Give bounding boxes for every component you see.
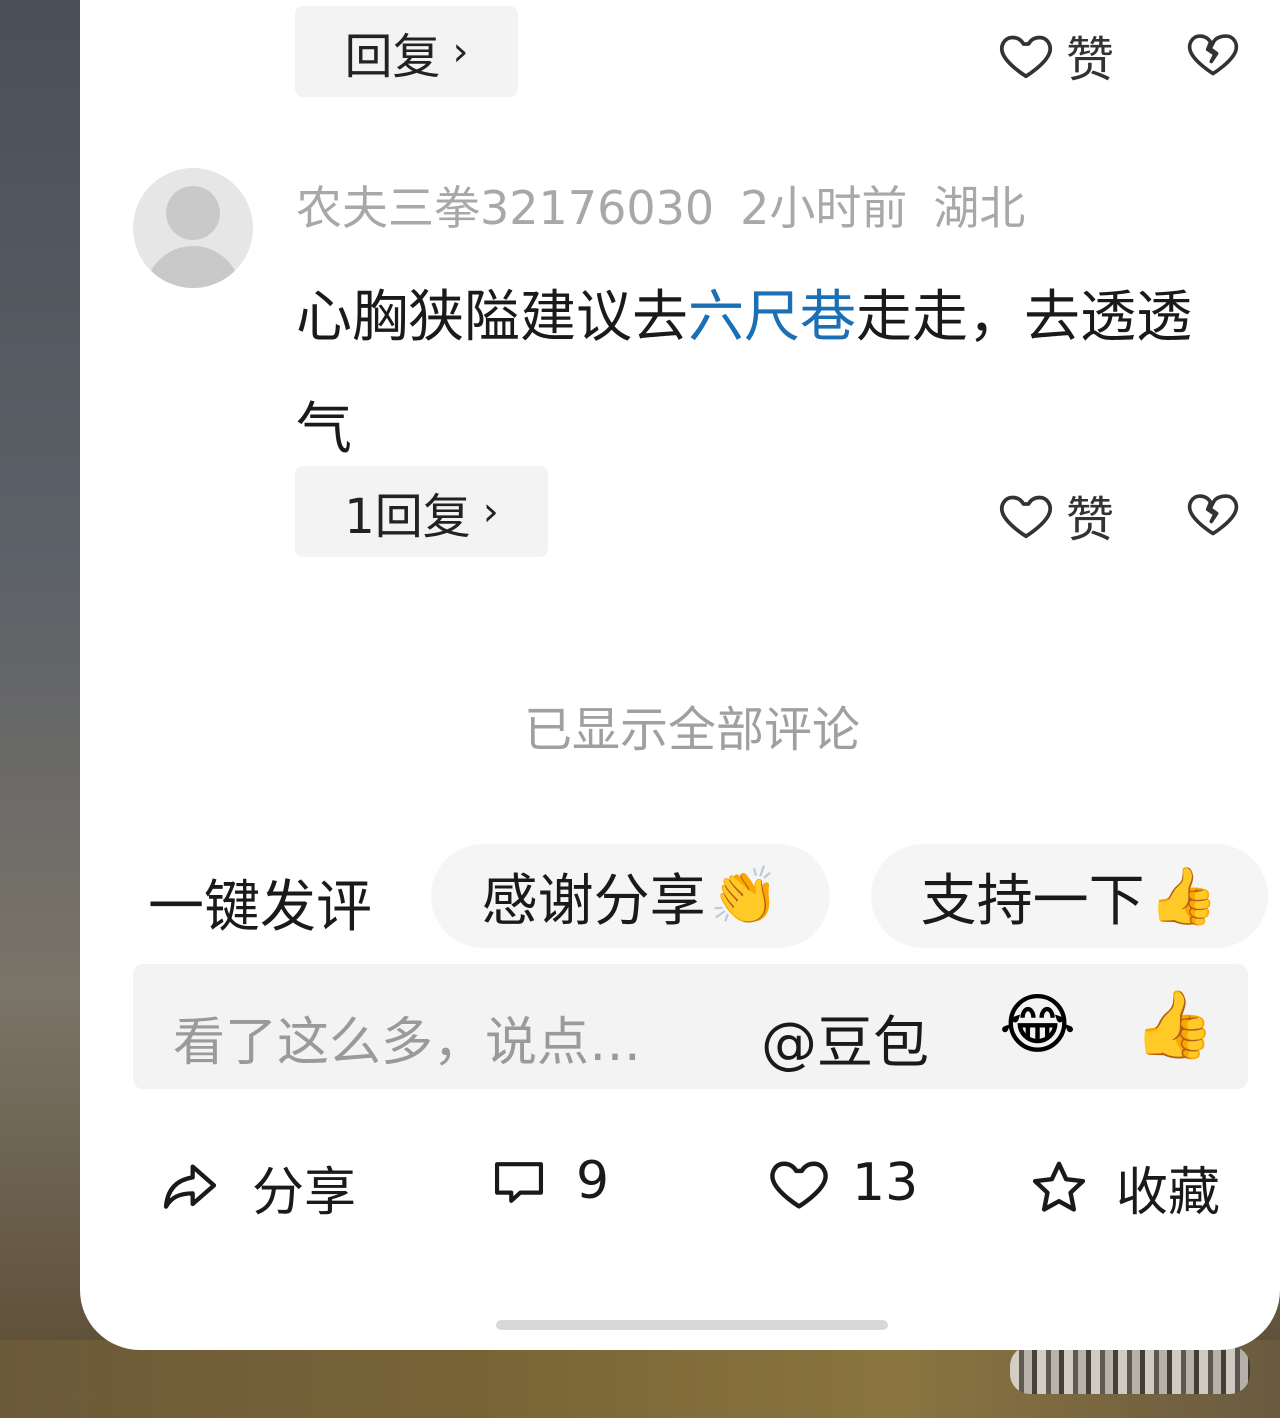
quick-comment-chip-support[interactable]: 支持一下 👍	[871, 844, 1268, 948]
topic-link[interactable]: 六尺巷	[688, 285, 856, 350]
star-icon	[1032, 1161, 1086, 1212]
comment-time: 2小时前	[740, 181, 908, 235]
quick-comment-title: 一键发评	[148, 875, 372, 940]
chevron-right-icon: ›	[482, 488, 499, 535]
thumbs-up-icon: 👍	[1148, 864, 1219, 929]
comment-text-part: 心胸狭隘建议去	[296, 285, 688, 350]
dislike-button[interactable]	[1184, 24, 1242, 86]
share-label: 分享	[252, 1163, 357, 1223]
comment-username[interactable]: 农夫三拳32176030	[296, 181, 714, 235]
avatar[interactable]	[133, 168, 253, 288]
quick-comment-chip-thanks[interactable]: 感谢分享 👏	[431, 844, 830, 948]
comment-input-placeholder: 看了这么多，说点…	[173, 1013, 642, 1073]
reply-button[interactable]: 回复 ›	[295, 6, 518, 97]
blurred-watermark	[1010, 1346, 1250, 1394]
chip-label: 支持一下	[920, 868, 1145, 934]
comment-count: 9	[576, 1151, 610, 1211]
like-count: 13	[852, 1153, 919, 1213]
broken-heart-icon	[1187, 494, 1239, 536]
clapping-hands-icon: 👏	[709, 864, 780, 929]
like-post-button[interactable]: 13	[766, 1150, 918, 1216]
heart-icon	[1000, 495, 1052, 539]
reply-count-label: 1回复	[344, 488, 471, 545]
like-button[interactable]: 赞	[996, 480, 1114, 550]
comment-text: 心胸狭隘建议去六尺巷走走，去透透气	[296, 262, 1246, 486]
like-label: 赞	[1066, 492, 1115, 548]
broken-heart-icon	[1187, 34, 1239, 76]
chip-label: 感谢分享	[481, 868, 706, 934]
comment-location: 湖北	[933, 181, 1026, 235]
share-button[interactable]: 分享	[156, 1150, 356, 1225]
comments-button[interactable]: 9	[486, 1150, 609, 1212]
all-comments-shown-text: 已显示全部评论	[523, 702, 860, 758]
comment-input[interactable]: 看了这么多，说点… @豆包 😂 👍	[133, 964, 1248, 1089]
like-button[interactable]: 赞	[996, 20, 1114, 90]
share-icon	[163, 1164, 217, 1209]
laughing-emoji-button[interactable]: 😂	[999, 986, 1076, 1063]
reply-count-button[interactable]: 1回复 ›	[295, 466, 548, 557]
comment-meta: 农夫三拳32176030 2小时前 湖北	[296, 172, 1051, 238]
heart-icon	[770, 1161, 828, 1209]
home-indicator[interactable]	[496, 1320, 888, 1330]
favorite-label: 收藏	[1116, 1163, 1221, 1223]
chevron-right-icon: ›	[452, 28, 469, 75]
heart-icon	[1000, 35, 1052, 79]
like-label: 赞	[1066, 32, 1115, 88]
dislike-button[interactable]	[1184, 484, 1242, 546]
favorite-button[interactable]: 收藏	[1026, 1150, 1220, 1225]
comment-icon	[494, 1162, 544, 1203]
reply-label: 回复	[344, 28, 441, 85]
thumbs-up-emoji-button[interactable]: 👍	[1133, 986, 1215, 1064]
mention-doubao-button[interactable]: @豆包	[761, 998, 929, 1079]
